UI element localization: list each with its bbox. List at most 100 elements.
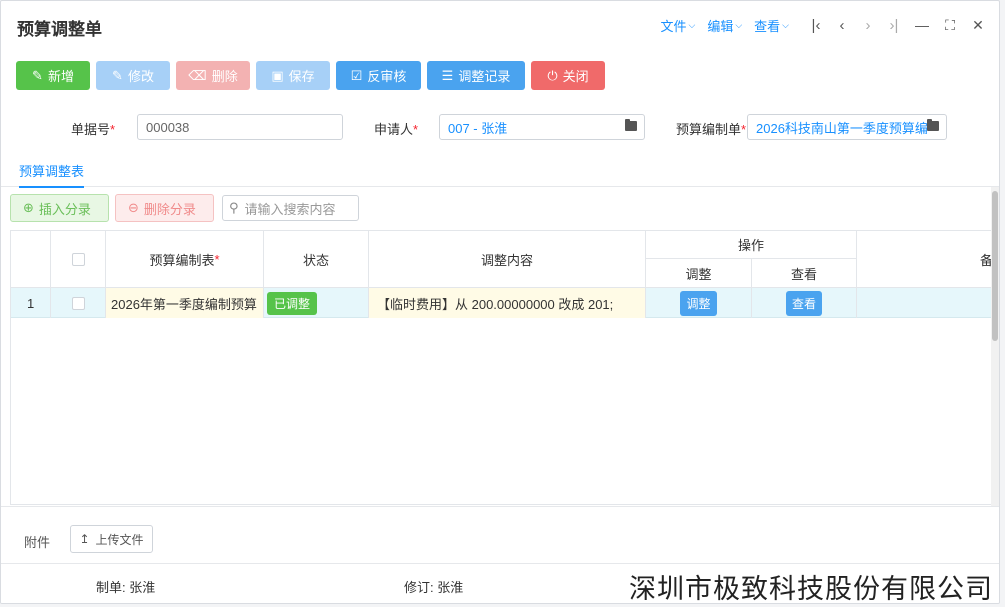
col-adjust-header: 调整 xyxy=(646,259,752,288)
edit-button[interactable]: ✎ 修改 xyxy=(96,61,170,90)
save-icon: ▣ xyxy=(271,67,284,83)
first-record-icon[interactable]: |‹ xyxy=(805,15,827,35)
row-content[interactable]: 【临时费用】从 200.00000000 改成 201; xyxy=(369,288,646,318)
reviser-info: 修订: 张淮 xyxy=(404,580,464,595)
applicant-value: 007 - 张淮 xyxy=(448,120,508,136)
minus-circle-icon: ⊖ xyxy=(128,200,139,215)
remove-row-label: 删除分录 xyxy=(143,201,196,217)
menu-file[interactable]: 文件 ⌵ xyxy=(660,16,695,35)
menu-edit-label: 编辑 xyxy=(707,18,734,34)
chevron-down-icon: ⌵ xyxy=(735,19,743,30)
upload-icon: ↥ xyxy=(79,532,90,546)
company-watermark: 深圳市极致科技股份有限公司 xyxy=(629,574,993,604)
insert-row-button[interactable]: ⊕ 插入分录 xyxy=(10,194,109,222)
unapprove-button-label: 反审核 xyxy=(367,69,407,84)
close-button-label: 关闭 xyxy=(562,69,589,84)
attachment-section: 附件 ↥ 上传文件 xyxy=(1,506,999,561)
previous-record-icon[interactable]: ‹ xyxy=(831,15,853,35)
select-all-checkbox[interactable] xyxy=(71,252,85,266)
menu-view[interactable]: 查看 ⌵ xyxy=(754,16,789,35)
upload-button[interactable]: ↥ 上传文件 xyxy=(70,525,153,553)
row-checkbox[interactable] xyxy=(71,296,85,310)
table-row[interactable]: 1 2026年第一季度编制预算 已调整 【临时费用】从 200.00000000… xyxy=(11,288,991,318)
doc-no-value: 000038 xyxy=(146,119,190,135)
col-actions-header: 操作 xyxy=(646,231,857,259)
window-title: 预算调整单 xyxy=(17,20,102,39)
row-status-cell: 已调整 xyxy=(264,288,369,318)
trash-icon: ⌫ xyxy=(188,67,207,83)
folder-icon[interactable] xyxy=(625,119,637,131)
search-placeholder: 请输入搜索内容 xyxy=(244,201,336,217)
doc-no-field[interactable]: 000038 xyxy=(137,114,343,140)
delete-button-label: 删除 xyxy=(211,69,238,84)
menu-file-label: 文件 xyxy=(660,18,687,34)
vertical-scrollbar[interactable] xyxy=(991,187,999,507)
row-remark[interactable] xyxy=(857,288,991,318)
maximize-icon[interactable]: ⛶ xyxy=(939,15,961,35)
applicant-label-text: 申请人 xyxy=(374,122,414,137)
last-record-icon[interactable]: ›| xyxy=(883,15,905,35)
row-adjust-cell: 调整 xyxy=(646,288,752,318)
scrollbar-thumb[interactable] xyxy=(992,191,998,341)
adjust-grid: 预算编制表 * 状态 调整内容 操作 调整 查看 备 1 2026年第一季度编制预… xyxy=(10,230,992,505)
close-icon[interactable]: ✕ xyxy=(967,15,989,35)
grid-search-input[interactable]: ⚲ 请输入搜索内容 xyxy=(222,195,359,221)
budget-sheet-label-text: 预算编制单 xyxy=(676,122,742,137)
row-index: 1 xyxy=(11,288,51,318)
history-button-label: 调整记录 xyxy=(458,69,511,84)
new-button[interactable]: ✎ 新增 xyxy=(16,61,90,90)
close-button[interactable]: ⏻ 关闭 xyxy=(531,61,605,90)
status-badge: 已调整 xyxy=(267,291,318,315)
applicant-label: 申请人* xyxy=(374,122,419,137)
grid-toolbar: ⊕ 插入分录 ⊖ 删除分录 ⚲ 请输入搜索内容 xyxy=(10,194,359,222)
chevron-down-icon: ⌵ xyxy=(782,19,789,30)
adjust-button[interactable]: 调整 xyxy=(680,290,717,316)
col-check-header xyxy=(51,231,106,288)
budget-sheet-field[interactable]: 2026科技南山第一季度预算编 xyxy=(747,114,947,140)
col-remark-header: 备 xyxy=(857,231,991,288)
doc-no-label: 单据号* xyxy=(71,122,116,137)
save-button[interactable]: ▣ 保存 xyxy=(256,61,330,90)
maker-info: 制单: 张淮 xyxy=(96,580,156,595)
applicant-field[interactable]: 007 - 张淮 xyxy=(439,114,645,140)
row-view-cell: 查看 xyxy=(752,288,857,318)
document-window: 预算调整单 文件 ⌵ 编辑 ⌵ 查看 ⌵ |‹ ‹ › ›| — ⛶ ✕ ✎ 新增 ✎ 修… xyxy=(0,0,1000,604)
upload-button-label: 上传文件 xyxy=(95,532,144,547)
delete-button[interactable]: ⌫ 删除 xyxy=(176,61,250,90)
remove-row-button[interactable]: ⊖ 删除分录 xyxy=(115,194,214,222)
edit-button-label: 修改 xyxy=(127,69,154,84)
minimize-icon[interactable]: — xyxy=(911,15,933,35)
budget-sheet-label: 预算编制单* xyxy=(676,122,747,137)
title-bar: 预算调整单 文件 ⌵ 编辑 ⌵ 查看 ⌵ |‹ ‹ › ›| — ⛶ ✕ xyxy=(1,1,999,51)
edit-icon: ✎ xyxy=(112,67,123,83)
tab-budget-adjust-table[interactable]: 预算调整表 xyxy=(19,161,85,188)
view-button[interactable]: 查看 xyxy=(785,290,822,316)
history-button[interactable]: ☰ 调整记录 xyxy=(427,61,525,90)
document-list-icon: ☰ xyxy=(441,67,454,83)
new-doc-icon: ✎ xyxy=(32,67,43,83)
row-budget-table[interactable]: 2026年第一季度编制预算 xyxy=(106,288,264,318)
insert-row-label: 插入分录 xyxy=(38,201,91,217)
unapprove-button[interactable]: ☑ 反审核 xyxy=(336,61,421,90)
budget-sheet-value: 2026科技南山第一季度预算编 xyxy=(756,120,928,136)
menu-view-label: 查看 xyxy=(754,18,781,34)
clipboard-check-icon: ☑ xyxy=(350,67,363,83)
next-record-icon[interactable]: › xyxy=(857,15,879,35)
col-view-header: 查看 xyxy=(752,259,857,288)
top-menus: 文件 ⌵ 编辑 ⌵ 查看 ⌵ |‹ ‹ › ›| — ⛶ ✕ xyxy=(660,15,989,35)
plus-circle-icon: ⊕ xyxy=(23,200,34,215)
row-check-cell xyxy=(51,288,106,318)
toolbar: ✎ 新增 ✎ 修改 ⌫ 删除 ▣ 保存 ☑ 反审核 ☰ 调整记录 ⏻ 关闭 xyxy=(16,61,611,90)
chevron-down-icon: ⌵ xyxy=(688,19,696,30)
power-icon: ⏻ xyxy=(547,67,558,83)
doc-no-label-text: 单据号 xyxy=(71,122,111,137)
save-button-label: 保存 xyxy=(288,69,315,84)
attachment-label: 附件 xyxy=(24,535,51,550)
folder-icon[interactable] xyxy=(927,119,939,131)
menu-edit[interactable]: 编辑 ⌵ xyxy=(707,16,742,35)
col-budget-table-header: 预算编制表 * xyxy=(106,231,264,288)
new-button-label: 新增 xyxy=(47,69,74,84)
col-index-header xyxy=(11,231,51,288)
search-icon: ⚲ xyxy=(229,200,239,215)
col-budget-table-label: 预算编制表 xyxy=(149,252,215,268)
